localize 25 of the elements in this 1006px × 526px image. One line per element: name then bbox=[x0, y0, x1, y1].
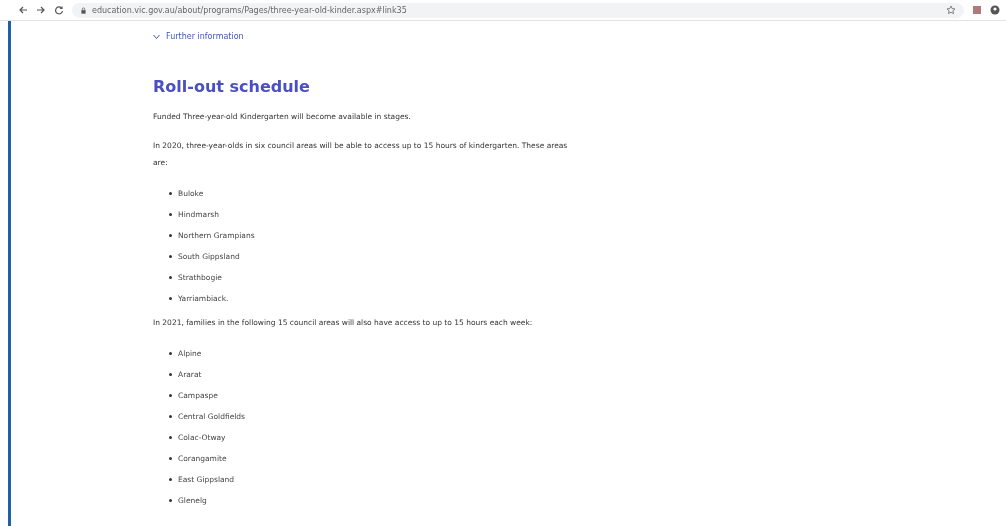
star-icon[interactable] bbox=[946, 5, 956, 15]
section-heading: Roll-out schedule bbox=[153, 77, 311, 96]
bullet-icon bbox=[169, 276, 172, 279]
bullet-icon bbox=[169, 192, 172, 195]
bullet-icon bbox=[169, 255, 172, 258]
chevron-icon bbox=[153, 34, 160, 39]
address-bar[interactable]: education.vic.gov.au/about/programs/Pages/three-year-old-kinder.aspx#link35 bbox=[72, 2, 964, 18]
bullet-icon bbox=[169, 415, 172, 418]
bullet-icon bbox=[169, 457, 172, 460]
forward-icon[interactable] bbox=[36, 5, 46, 15]
further-information-toggle[interactable]: Further information bbox=[153, 32, 244, 41]
bullet-icon bbox=[169, 478, 172, 481]
bullet-icon bbox=[169, 213, 172, 216]
bullet-icon bbox=[169, 499, 172, 502]
profile-icon[interactable] bbox=[990, 5, 1000, 15]
bullet-icon bbox=[169, 234, 172, 237]
bullet-icon bbox=[169, 352, 172, 355]
bullet-icon bbox=[169, 394, 172, 397]
lock-icon bbox=[80, 6, 87, 14]
bullet-icon bbox=[169, 436, 172, 439]
extension-icon[interactable] bbox=[972, 5, 982, 15]
reload-icon[interactable] bbox=[54, 5, 64, 15]
bullet-icon bbox=[169, 297, 172, 300]
bullet-icon bbox=[169, 373, 172, 376]
back-icon[interactable] bbox=[18, 5, 28, 15]
